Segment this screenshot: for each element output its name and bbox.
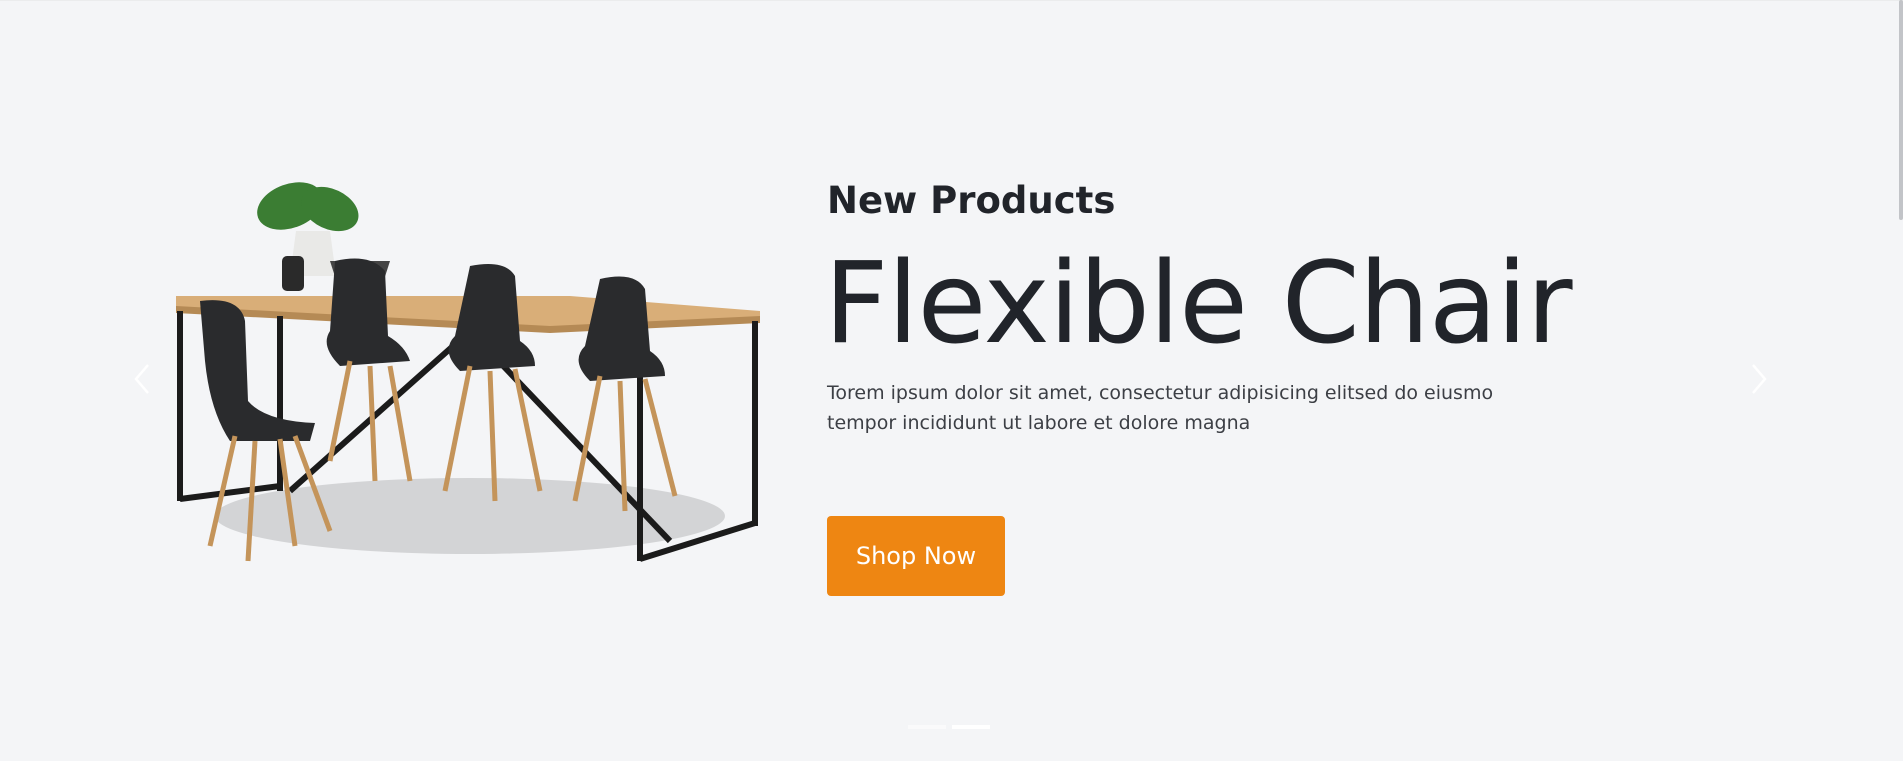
hero-eyebrow: New Products bbox=[827, 179, 1116, 222]
page-scrollbar[interactable] bbox=[1899, 0, 1903, 220]
hero-slider: New Products Flexible Chair Torem ipsum … bbox=[0, 0, 1903, 761]
carousel-indicator-1[interactable] bbox=[908, 725, 946, 729]
carousel-prev-button[interactable] bbox=[128, 361, 158, 397]
product-image-table-chairs bbox=[176, 182, 760, 562]
shop-now-button[interactable]: Shop Now bbox=[827, 516, 1005, 596]
carousel-indicators bbox=[908, 725, 990, 729]
carousel-indicator-2[interactable] bbox=[952, 725, 990, 729]
carousel-next-button[interactable] bbox=[1743, 361, 1773, 397]
hero-description: Torem ipsum dolor sit amet, consectetur … bbox=[827, 382, 1494, 434]
chevron-right-icon bbox=[1752, 364, 1767, 394]
hero-title: Flexible Chair bbox=[824, 239, 1573, 369]
chevron-left-icon bbox=[134, 364, 149, 394]
